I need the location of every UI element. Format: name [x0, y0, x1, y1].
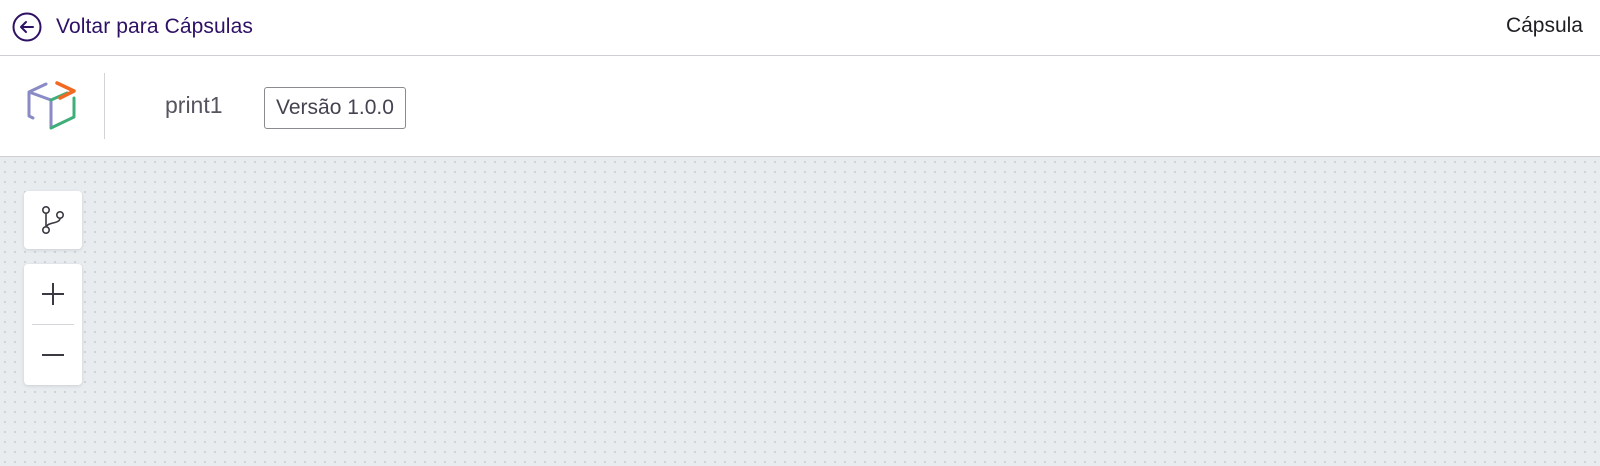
header-divider	[104, 73, 105, 139]
zoom-controls	[24, 264, 82, 385]
flow-tools-card	[24, 191, 82, 249]
version-badge: Versão 1.0.0	[264, 87, 406, 129]
arrow-left-circle-icon	[12, 12, 42, 42]
capsule-cube-logo	[27, 81, 76, 130]
minus-icon	[42, 354, 64, 356]
capsule-name: print1	[165, 92, 223, 118]
flow-structure-button[interactable]	[24, 191, 82, 249]
top-bar: Voltar para Cápsulas Cápsula	[0, 0, 1600, 56]
zoom-out-button[interactable]	[24, 325, 82, 385]
git-branch-icon	[41, 205, 64, 234]
zoom-in-button[interactable]	[24, 264, 82, 324]
capsule-header: print1 Versão 1.0.0	[0, 56, 1600, 157]
flow-canvas[interactable]	[0, 157, 1600, 466]
plus-icon	[42, 283, 64, 305]
back-link-label: Voltar para Cápsulas	[56, 15, 253, 38]
page-context-label: Cápsula	[1505, 14, 1583, 37]
back-to-capsules-link[interactable]: Voltar para Cápsulas	[12, 12, 253, 42]
